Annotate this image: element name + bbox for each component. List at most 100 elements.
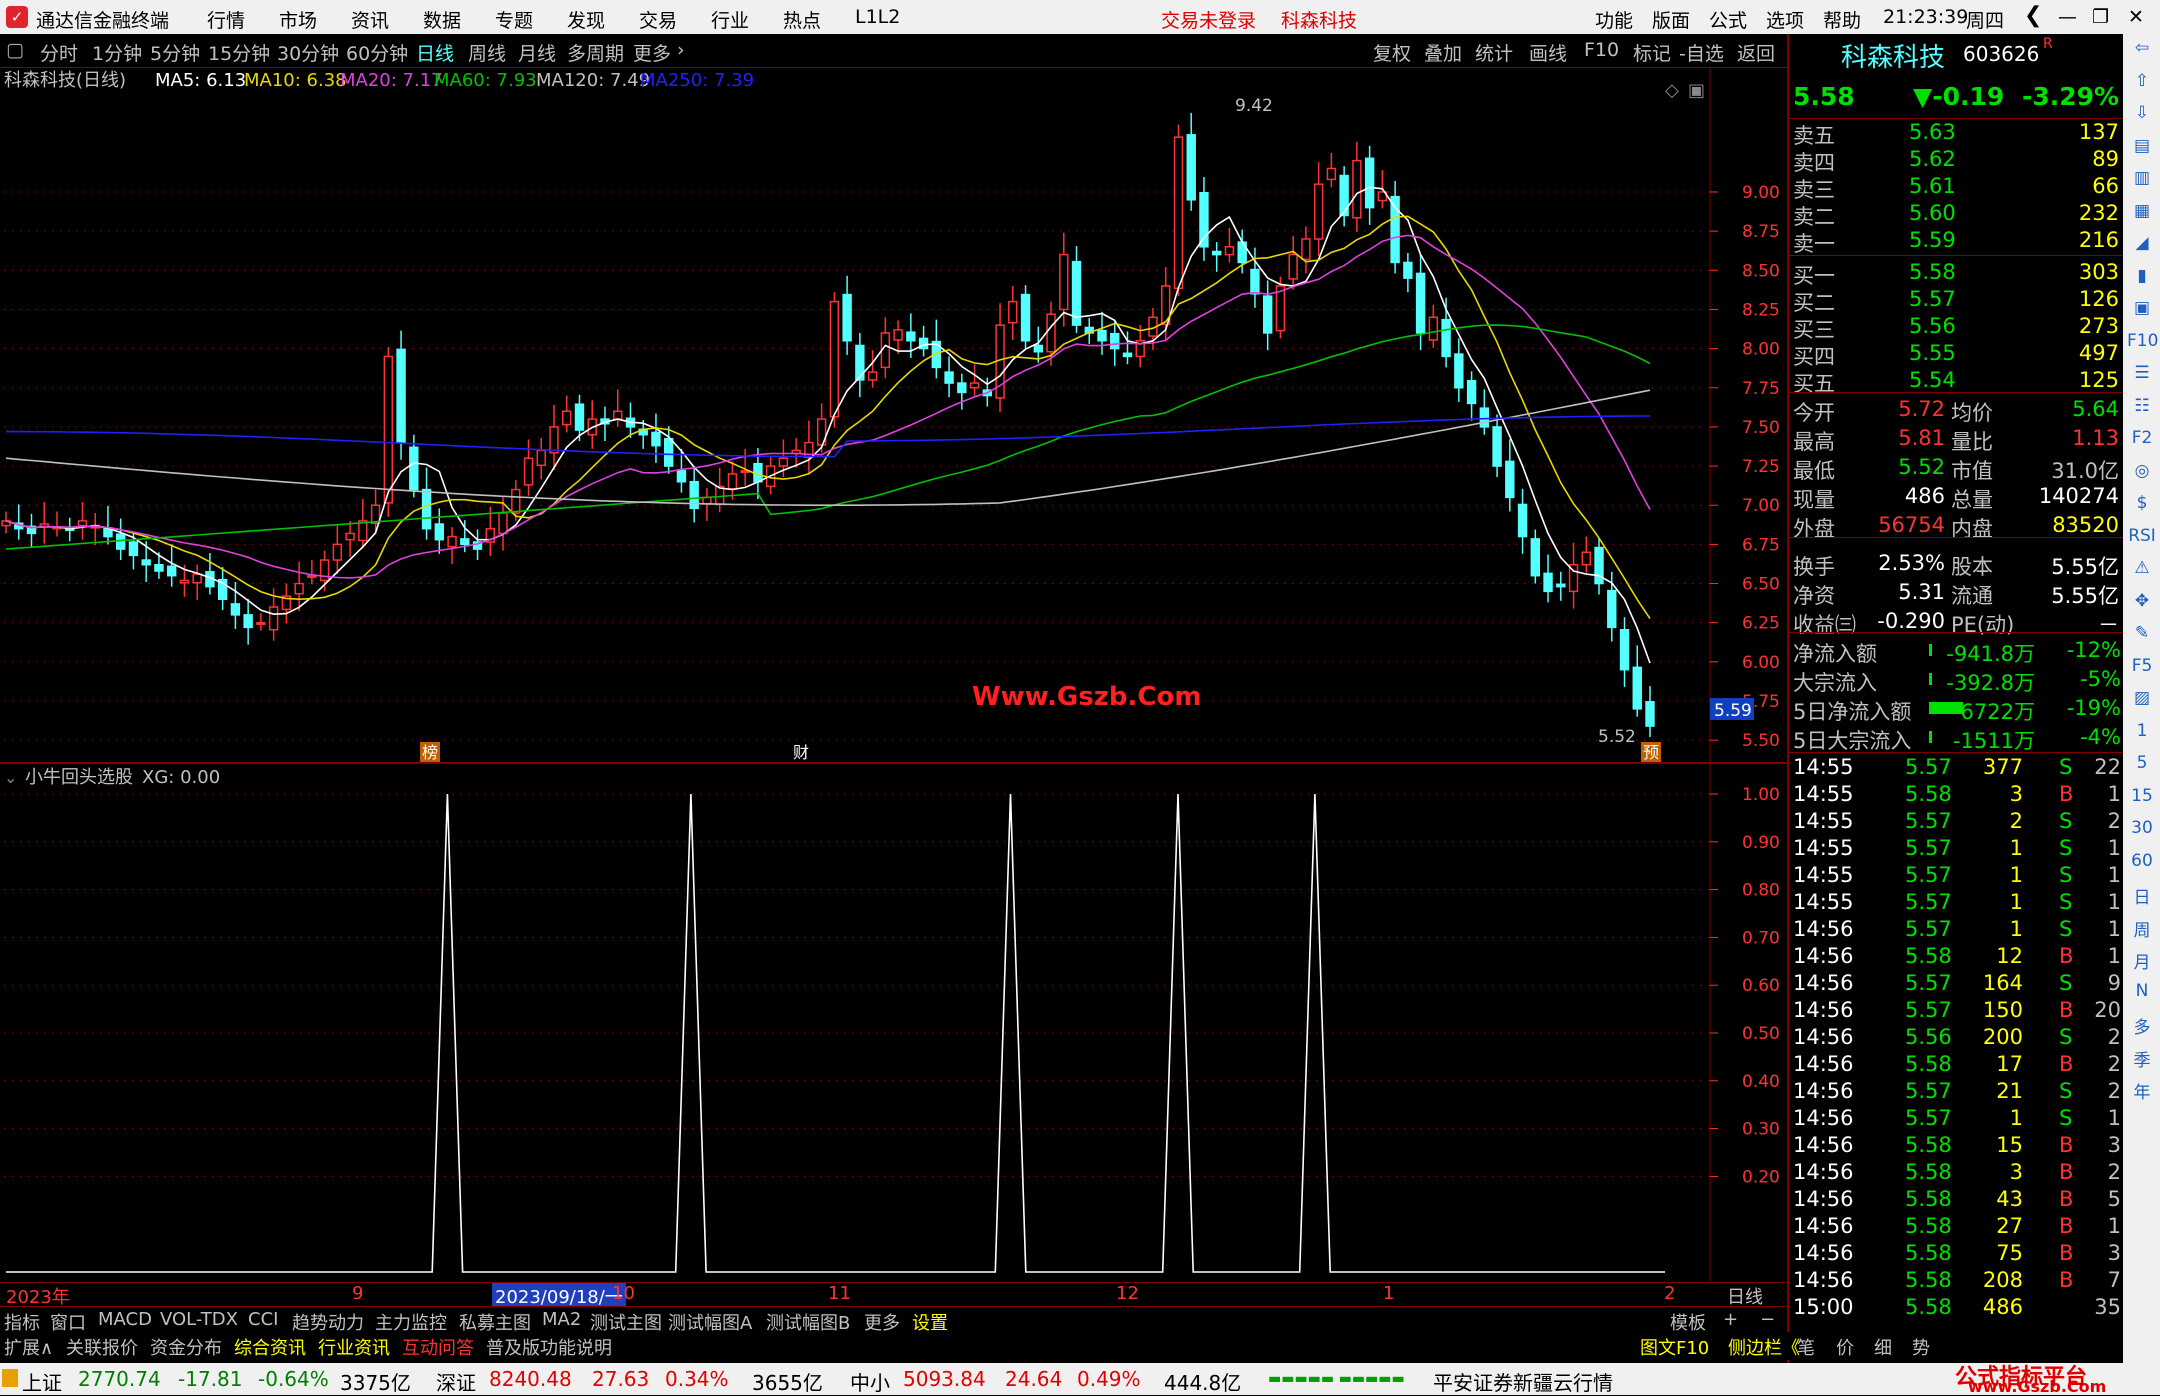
extension-tab[interactable]: 扩展∧ bbox=[4, 1334, 53, 1360]
menu-item[interactable]: 选项 bbox=[1766, 6, 1804, 33]
menu-item[interactable]: 专题 bbox=[495, 6, 533, 33]
side-tool-icon[interactable]: 日 bbox=[2127, 883, 2157, 908]
side-tool-icon[interactable]: ▮ bbox=[2127, 266, 2157, 286]
side-tool-icon[interactable]: ▣ bbox=[2127, 298, 2157, 318]
period-tab[interactable]: 60分钟 bbox=[346, 39, 408, 66]
menu-item[interactable]: 帮助 bbox=[1823, 6, 1861, 33]
panel-switch[interactable]: 图文F10 bbox=[1640, 1334, 1709, 1360]
template-control[interactable]: + bbox=[1723, 1309, 1738, 1330]
side-tool-icon[interactable]: ✎ bbox=[2127, 623, 2157, 643]
side-tool-icon[interactable]: F10 bbox=[2127, 331, 2158, 351]
marker-bang[interactable]: 榜 bbox=[422, 743, 438, 762]
side-tool-icon[interactable]: ⇩ bbox=[2127, 103, 2157, 123]
menu-item[interactable]: L1L2 bbox=[855, 6, 900, 28]
side-tool-icon[interactable]: ◎ bbox=[2127, 461, 2157, 481]
side-tool-icon[interactable]: 月 bbox=[2127, 948, 2157, 973]
period-tab[interactable]: 周线 bbox=[468, 39, 506, 66]
menu-item[interactable]: 数据 bbox=[423, 6, 461, 33]
panel-switch[interactable]: 细 bbox=[1874, 1334, 1892, 1360]
period-tab[interactable]: 5分钟 bbox=[150, 39, 200, 66]
side-tool-icon[interactable]: ✥ bbox=[2127, 591, 2157, 611]
orderbook-row[interactable]: 卖三 5.61 66 bbox=[1789, 174, 2125, 202]
indicator-tab[interactable]: CCI bbox=[248, 1309, 278, 1330]
tool-button[interactable]: -自选 bbox=[1679, 39, 1724, 66]
period-tab[interactable]: 月线 bbox=[518, 39, 556, 66]
side-tool-icon[interactable]: 60 bbox=[2127, 851, 2157, 871]
side-tool-icon[interactable]: ⚠ bbox=[2127, 558, 2157, 578]
side-tool-icon[interactable]: 多 bbox=[2127, 1013, 2157, 1038]
orderbook-row[interactable]: 卖四 5.62 89 bbox=[1789, 147, 2125, 175]
tool-button[interactable]: 标记 bbox=[1633, 39, 1671, 66]
orderbook-row[interactable]: 买三 5.56 273 bbox=[1789, 314, 2125, 342]
side-tool-icon[interactable]: ☷ bbox=[2127, 396, 2157, 416]
chart-svg[interactable]: 9.00 8.75 8.50 8.25 8.00 7.75 7.50 7.25 7.00 6.75… bbox=[0, 68, 1787, 1306]
index-label[interactable]: 深证 bbox=[436, 1367, 476, 1396]
menu-item[interactable]: 交易 bbox=[639, 6, 677, 33]
menu-item[interactable]: 发现 bbox=[567, 6, 605, 33]
template-control[interactable]: − bbox=[1760, 1309, 1775, 1330]
side-tool-icon[interactable]: ▦ bbox=[2127, 201, 2157, 221]
side-tool-icon[interactable]: 1 bbox=[2127, 721, 2157, 741]
tool-button[interactable]: 返回 bbox=[1737, 39, 1775, 66]
side-tool-icon[interactable]: $ bbox=[2127, 493, 2157, 513]
side-tool-icon[interactable]: ◢ bbox=[2127, 233, 2157, 253]
tool-button[interactable]: 画线 bbox=[1529, 39, 1567, 66]
orderbook-price[interactable]: 5.59 bbox=[1909, 228, 1956, 252]
trade-login-alert[interactable]: 交易未登录 bbox=[1161, 6, 1256, 33]
orderbook-price[interactable]: 5.61 bbox=[1909, 174, 1956, 198]
tool-button[interactable]: 叠加 bbox=[1424, 39, 1462, 66]
side-tool-icon[interactable]: N bbox=[2127, 981, 2157, 1001]
back-arrow-icon[interactable]: ❮ bbox=[2024, 3, 2042, 28]
side-tool-icon[interactable]: 季 bbox=[2127, 1046, 2157, 1071]
orderbook-row[interactable]: 买二 5.57 126 bbox=[1789, 287, 2125, 315]
menu-item[interactable]: 市场 bbox=[279, 6, 317, 33]
diamond-icon[interactable]: ◇ bbox=[1665, 80, 1679, 101]
side-tool-icon[interactable]: RSI bbox=[2127, 526, 2157, 546]
tool-button[interactable]: F10 bbox=[1584, 39, 1619, 61]
side-tool-icon[interactable]: 30 bbox=[2127, 818, 2157, 838]
orderbook-row[interactable]: 买五 5.54 125 bbox=[1789, 368, 2125, 396]
menu-item[interactable]: 行情 bbox=[207, 6, 245, 33]
tool-button[interactable]: 统计 bbox=[1475, 39, 1513, 66]
period-tab[interactable]: 1分钟 bbox=[92, 39, 142, 66]
period-tab[interactable]: 15分钟 bbox=[208, 39, 270, 66]
extension-tab[interactable]: 关联报价 bbox=[66, 1334, 138, 1360]
side-tool-icon[interactable]: 年 bbox=[2127, 1078, 2157, 1103]
orderbook-price[interactable]: 5.55 bbox=[1909, 341, 1956, 365]
period-tab[interactable]: 30分钟 bbox=[277, 39, 339, 66]
period-tab[interactable]: 分时 bbox=[40, 39, 78, 66]
orderbook-price[interactable]: 5.58 bbox=[1909, 260, 1956, 284]
panel-switch[interactable]: 侧边栏《 bbox=[1728, 1334, 1800, 1360]
period-tab[interactable]: 更多 bbox=[633, 39, 671, 66]
orderbook-price[interactable]: 5.62 bbox=[1909, 147, 1956, 171]
panel-icon[interactable]: ▣ bbox=[1688, 80, 1705, 101]
extension-tab[interactable]: 普及版功能说明 bbox=[486, 1334, 612, 1360]
side-tool-icon[interactable]: 周 bbox=[2127, 916, 2157, 941]
index-label[interactable]: 上证 bbox=[22, 1367, 62, 1396]
orderbook-row[interactable]: 卖一 5.59 216 bbox=[1789, 228, 2125, 256]
marker-yu[interactable]: 预 bbox=[1643, 743, 1659, 762]
extension-tab[interactable]: 行业资讯 bbox=[318, 1334, 390, 1360]
side-tool-icon[interactable]: ▤ bbox=[2127, 136, 2157, 156]
side-tool-icon[interactable]: 5 bbox=[2127, 753, 2157, 773]
orderbook-row[interactable]: 卖五 5.63 137 bbox=[1789, 120, 2125, 148]
orderbook-price[interactable]: 5.57 bbox=[1909, 287, 1956, 311]
orderbook-price[interactable]: 5.63 bbox=[1909, 120, 1956, 144]
side-tool-icon[interactable]: ☰ bbox=[2127, 363, 2157, 383]
indicator-tab[interactable]: MA2 bbox=[542, 1309, 581, 1330]
restore-icon[interactable]: ❐ bbox=[2092, 6, 2109, 28]
extension-tab[interactable]: 资金分布 bbox=[150, 1334, 222, 1360]
chevron-right-icon[interactable]: › bbox=[677, 39, 685, 61]
menu-item[interactable]: 热点 bbox=[783, 6, 821, 33]
close-icon[interactable]: ✕ bbox=[2128, 6, 2144, 28]
dropdown-icon[interactable]: ⌄ bbox=[4, 768, 17, 787]
index-label[interactable]: 中小 bbox=[850, 1367, 890, 1396]
panel-switch[interactable]: 价 bbox=[1836, 1334, 1854, 1360]
menu-item[interactable]: 行业 bbox=[711, 6, 749, 33]
orderbook-row[interactable]: 卖二 5.60 232 bbox=[1789, 201, 2125, 229]
side-tool-icon[interactable]: ▨ bbox=[2127, 688, 2157, 708]
side-tool-icon[interactable]: ⇦ bbox=[2127, 38, 2157, 58]
period-tab-active[interactable]: 日线 bbox=[416, 39, 454, 66]
orderbook-price[interactable]: 5.56 bbox=[1909, 314, 1956, 338]
period-tab[interactable]: 多周期 bbox=[567, 39, 624, 66]
